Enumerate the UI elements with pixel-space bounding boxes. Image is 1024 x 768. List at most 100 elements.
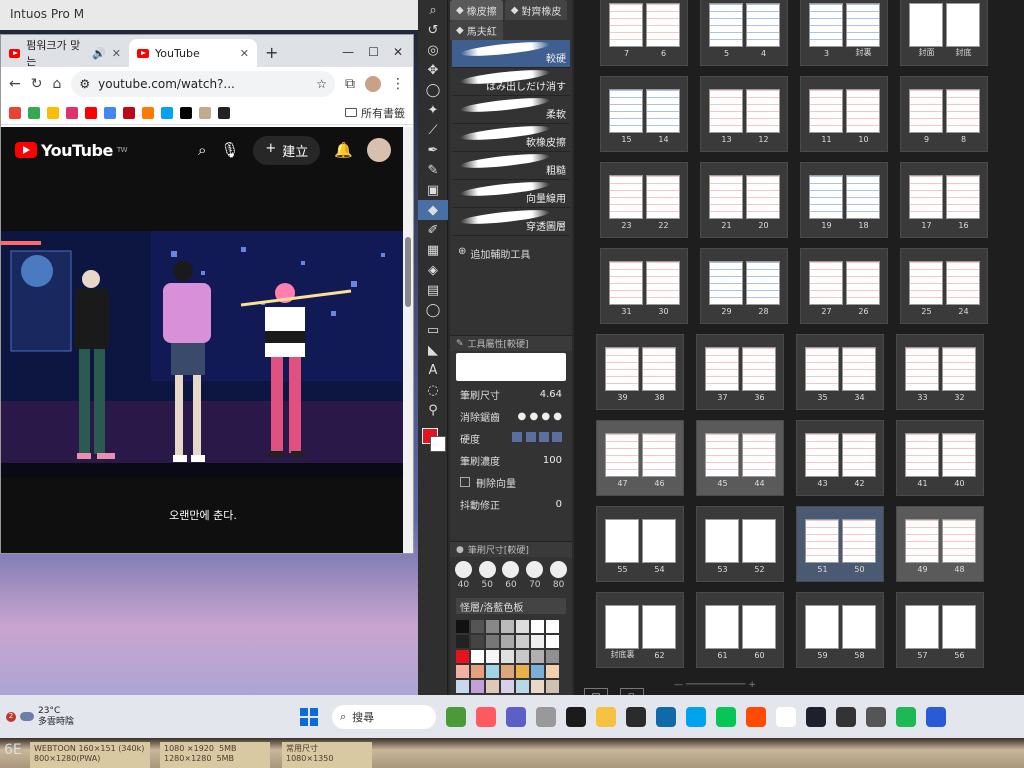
page-spread[interactable]: 37 36 bbox=[696, 334, 784, 410]
page-thumbnail[interactable]: 44 bbox=[741, 433, 776, 488]
stabilization-value[interactable]: 0 bbox=[556, 499, 562, 510]
page-thumbnail[interactable]: 54 bbox=[641, 519, 676, 574]
page-thumbnail[interactable]: 5 bbox=[708, 3, 743, 58]
page-spread[interactable]: 49 48 bbox=[896, 506, 984, 582]
palette-color[interactable] bbox=[531, 680, 544, 693]
taskbar-app-icon[interactable] bbox=[776, 706, 796, 727]
page-thumbnail[interactable]: 57 bbox=[904, 605, 939, 660]
gradient-tool-icon[interactable]: ▤ bbox=[418, 280, 448, 300]
page-spread[interactable]: 13 12 bbox=[700, 76, 788, 152]
taskbar-app-icon[interactable] bbox=[926, 706, 946, 727]
taskbar-app-icon[interactable] bbox=[746, 706, 766, 727]
bookmark-icon[interactable] bbox=[123, 106, 135, 119]
weather-widget[interactable]: 2 23°C 多雲時陰 bbox=[0, 706, 140, 728]
bookmark-icon[interactable] bbox=[218, 106, 230, 119]
subtool-item[interactable]: 穿透圖層 bbox=[452, 207, 570, 236]
page-thumbnail[interactable]: 39 bbox=[604, 347, 639, 402]
tab-close-icon[interactable]: ✕ bbox=[240, 47, 249, 60]
page-spread[interactable]: 封底裏 62 bbox=[596, 592, 684, 668]
page-spread[interactable]: 31 30 bbox=[600, 248, 688, 324]
page-spread[interactable]: 53 52 bbox=[696, 506, 784, 582]
palette-color[interactable] bbox=[531, 650, 544, 663]
palette-color[interactable] bbox=[546, 620, 559, 633]
pen-tool-icon[interactable]: ✒ bbox=[418, 140, 448, 160]
palette-color[interactable] bbox=[456, 680, 469, 693]
move-tool-icon[interactable]: ✥ bbox=[418, 60, 448, 80]
eyedropper-tool-icon[interactable]: ⟋ bbox=[418, 120, 448, 140]
frame-tool-icon[interactable]: ▭ bbox=[418, 320, 448, 340]
scrollbar-thumb[interactable] bbox=[405, 237, 411, 307]
palette-color[interactable] bbox=[456, 620, 469, 633]
page-thumbnail[interactable]: 46 bbox=[641, 433, 676, 488]
taskbar-app-icon[interactable] bbox=[686, 706, 706, 727]
page-spread[interactable]: 29 28 bbox=[700, 248, 788, 324]
create-button[interactable]: + 建立 bbox=[253, 135, 321, 165]
page-thumbnail[interactable]: 43 bbox=[804, 433, 839, 488]
page-spread[interactable]: 47 46 bbox=[596, 420, 684, 496]
page-spread[interactable]: 61 60 bbox=[696, 592, 784, 668]
taskbar-app-icon[interactable] bbox=[866, 706, 886, 727]
page-spread[interactable]: 11 10 bbox=[800, 76, 888, 152]
page-thumbnail[interactable]: 21 bbox=[708, 175, 743, 230]
subtool-item[interactable]: 柔軟 bbox=[452, 95, 570, 124]
reload-icon[interactable]: ↻ bbox=[31, 76, 43, 92]
page-thumbnail[interactable]: 16 bbox=[945, 175, 980, 230]
page-thumbnail[interactable]: 4 bbox=[745, 3, 780, 58]
page-thumbnail[interactable]: 6 bbox=[645, 3, 680, 58]
taskbar-app-icon[interactable] bbox=[536, 706, 556, 727]
palette-color[interactable] bbox=[531, 665, 544, 678]
blend-tool-icon[interactable]: ▦ bbox=[418, 240, 448, 260]
taskbar-app-icon[interactable] bbox=[476, 706, 496, 727]
page-thumbnail[interactable]: 47 bbox=[604, 433, 639, 488]
tab-group[interactable]: ◆ 馬夫紅 bbox=[450, 20, 503, 40]
palette-color[interactable] bbox=[486, 635, 499, 648]
audio-icon[interactable]: 🔊 bbox=[92, 47, 106, 60]
menu-icon[interactable]: ⋮ bbox=[391, 76, 405, 92]
page-thumbnail[interactable]: 38 bbox=[641, 347, 676, 402]
hardness-row[interactable]: 硬度 bbox=[450, 427, 572, 449]
fill-tool-icon[interactable]: ◈ bbox=[418, 260, 448, 280]
site-info-icon[interactable]: ⚙ bbox=[79, 77, 90, 91]
density-value[interactable]: 100 bbox=[543, 455, 562, 466]
taskbar-search[interactable]: ⌕ 搜尋 bbox=[332, 704, 436, 729]
palette-color[interactable] bbox=[516, 680, 529, 693]
anti-alias-row[interactable]: 消除鋸齒 ● ● ● ● bbox=[450, 405, 572, 427]
palette-color[interactable] bbox=[516, 650, 529, 663]
palette-color[interactable] bbox=[516, 635, 529, 648]
palette-color[interactable] bbox=[546, 635, 559, 648]
vector-erase-checkbox[interactable] bbox=[460, 477, 470, 487]
page-spread[interactable]: 98 bbox=[900, 76, 988, 152]
page-spread[interactable]: 55 54 bbox=[596, 506, 684, 582]
page-thumbnail[interactable]: 13 bbox=[708, 89, 743, 144]
figure-tool-icon[interactable]: ◯ bbox=[418, 300, 448, 320]
palette-color[interactable] bbox=[471, 635, 484, 648]
subtool-item[interactable]: 較硬 bbox=[452, 39, 570, 68]
palette-color[interactable] bbox=[546, 665, 559, 678]
palette-color[interactable] bbox=[486, 650, 499, 663]
palette-color[interactable] bbox=[531, 635, 544, 648]
bookmark-icon[interactable] bbox=[66, 106, 78, 119]
palette-color[interactable] bbox=[501, 620, 514, 633]
page-thumbnail[interactable]: 封底裏 bbox=[604, 605, 639, 659]
taskbar-app-icon[interactable] bbox=[896, 706, 916, 727]
page-spread[interactable]: 27 26 bbox=[800, 248, 888, 324]
palette-color[interactable] bbox=[501, 650, 514, 663]
taskbar-app-icon[interactable] bbox=[506, 706, 526, 727]
bookmark-icon[interactable] bbox=[9, 106, 21, 119]
all-bookmarks-folder[interactable]: 所有書籤 bbox=[345, 105, 405, 121]
page-spread[interactable]: 43 42 bbox=[796, 420, 884, 496]
page-thumbnail[interactable]: 22 bbox=[645, 175, 680, 230]
bookmark-icon[interactable] bbox=[28, 106, 40, 119]
page-thumbnail[interactable]: 58 bbox=[841, 605, 876, 660]
page-thumbnail[interactable]: 29 bbox=[708, 261, 743, 316]
page-spread[interactable]: 3 封裏 bbox=[800, 0, 888, 66]
decoration-tool-icon[interactable]: ✐ bbox=[418, 220, 448, 240]
subtool-item[interactable]: はみ出しだけ消す bbox=[452, 67, 570, 96]
taskbar-app-icon[interactable] bbox=[596, 706, 616, 727]
taskbar-app-icon[interactable] bbox=[446, 706, 466, 727]
page-thumbnail[interactable]: 56 bbox=[941, 605, 976, 660]
page-thumbnail[interactable]: 49 bbox=[904, 519, 939, 574]
palette-color[interactable] bbox=[501, 680, 514, 693]
page-thumbnail[interactable]: 24 bbox=[945, 261, 980, 316]
page-thumbnail[interactable]: 31 bbox=[608, 261, 643, 316]
